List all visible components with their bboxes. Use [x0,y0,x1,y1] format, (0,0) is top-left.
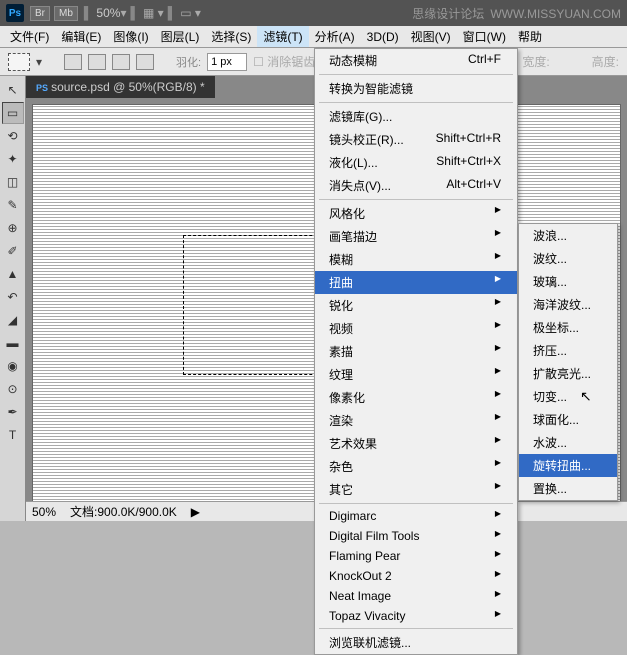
menu-item[interactable]: 画笔描边 [315,225,517,248]
menu-item[interactable]: 液化(L)...Shift+Ctrl+X [315,151,517,174]
submenu-item[interactable]: 球面化... [519,408,617,431]
menu-window[interactable]: 窗口(W) [457,26,512,47]
document-tab[interactable]: PS source.psd @ 50%(RGB/8) * [26,76,215,98]
submenu-item[interactable]: 置换... [519,477,617,500]
wand-tool-icon[interactable]: ✦ [2,148,24,170]
selection-mode-add[interactable] [88,54,106,70]
move-tool-icon[interactable]: ↖ [2,79,24,101]
history-brush-icon[interactable]: ↶ [2,286,24,308]
antialias-checkbox: ☐ 消除锯齿 [253,53,315,70]
menu-item[interactable]: Neat Image [315,586,517,606]
height-label: 高度: [592,53,619,70]
menu-image[interactable]: 图像(I) [107,26,154,47]
submenu-item[interactable]: 极坐标... [519,316,617,339]
dodge-tool-icon[interactable]: ⊙ [2,378,24,400]
feather-label: 羽化: [176,54,201,70]
view-icon[interactable]: ▦ ▾ [143,6,164,20]
screen-mode-icon[interactable]: ▭ ▾ [180,6,201,20]
forum-name: 思缘设计论坛 [412,7,484,21]
toolbox: ↖ ▭ ⟲ ✦ ◫ ✎ ⊕ ✐ ▲ ↶ ◢ ▬ ◉ ⊙ ✒ T [0,76,26,521]
minibridge-button[interactable]: Mb [54,6,78,21]
type-tool-icon[interactable]: T [2,424,24,446]
submenu-item[interactable]: 切变... [519,385,617,408]
menu-item[interactable]: 风格化 [315,202,517,225]
menu-help[interactable]: 帮助 [512,26,548,47]
menu-separator [319,102,513,103]
ps-logo-icon: Ps [6,4,24,22]
submenu-item[interactable]: 波浪... [519,224,617,247]
blur-tool-icon[interactable]: ◉ [2,355,24,377]
submenu-item[interactable]: 玻璃... [519,270,617,293]
crop-tool-icon[interactable]: ◫ [2,171,24,193]
titlebar: Ps Br Mb ▌ 50% ▾ ▌ ▦ ▾ ▌ ▭ ▾ 思缘设计论坛 WWW.… [0,0,627,26]
menu-3d[interactable]: 3D(D) [361,28,405,46]
menu-item[interactable]: Topaz Vivacity [315,606,517,626]
feather-input[interactable] [207,53,247,71]
menu-separator [319,199,513,200]
menu-item[interactable]: 转换为智能滤镜 [315,77,517,100]
menu-item[interactable]: 像素化 [315,386,517,409]
menu-file[interactable]: 文件(F) [4,26,55,47]
menu-item[interactable]: 消失点(V)...Alt+Ctrl+V [315,174,517,197]
marquee-tool-icon[interactable] [8,53,30,71]
eyedropper-tool-icon[interactable]: ✎ [2,194,24,216]
menu-item[interactable]: 滤镜库(G)... [315,105,517,128]
submenu-item[interactable]: 海洋波纹... [519,293,617,316]
menu-item[interactable]: 渲染 [315,409,517,432]
lasso-tool-icon[interactable]: ⟲ [2,125,24,147]
menu-item[interactable]: Flaming Pear [315,546,517,566]
menubar: 文件(F) 编辑(E) 图像(I) 图层(L) 选择(S) 滤镜(T) 分析(A… [0,26,627,48]
width-label: 宽度: [522,53,549,70]
gradient-tool-icon[interactable]: ▬ [2,332,24,354]
menu-view[interactable]: 视图(V) [405,26,457,47]
menu-item[interactable]: 视频 [315,317,517,340]
filter-menu-dropdown: 动态模糊Ctrl+F 转换为智能滤镜滤镜库(G)...镜头校正(R)...Shif… [314,48,518,655]
selection-mode-new[interactable] [64,54,82,70]
submenu-item[interactable]: 水波... [519,431,617,454]
selection-mode-intersect[interactable] [136,54,154,70]
menu-select[interactable]: 选择(S) [205,26,257,47]
menu-item[interactable]: 其它 [315,478,517,501]
pen-tool-icon[interactable]: ✒ [2,401,24,423]
distort-submenu: 波浪...波纹...玻璃...海洋波纹...极坐标...挤压...扩散亮光...… [518,223,618,501]
status-docinfo: 文档:900.0K/900.0K [70,503,177,520]
menu-analysis[interactable]: 分析(A) [309,26,361,47]
menu-item[interactable]: Digimarc [315,506,517,526]
forum-url: WWW.MISSYUAN.COM [490,7,621,21]
menu-separator [319,503,513,504]
menu-separator [319,628,513,629]
submenu-item[interactable]: 波纹... [519,247,617,270]
selection-mode-subtract[interactable] [112,54,130,70]
menu-item[interactable]: 模糊 [315,248,517,271]
menu-item[interactable]: 艺术效果 [315,432,517,455]
menu-filter[interactable]: 滤镜(T) [257,26,308,47]
menu-item[interactable]: 纹理 [315,363,517,386]
zoom-level[interactable]: 50% [96,6,120,20]
submenu-item[interactable]: 旋转扭曲... [519,454,617,477]
menu-edit[interactable]: 编辑(E) [55,26,107,47]
menu-item[interactable]: 浏览联机滤镜... [315,631,517,654]
menu-separator [319,74,513,75]
menu-item[interactable]: 锐化 [315,294,517,317]
brush-tool-icon[interactable]: ✐ [2,240,24,262]
menu-item[interactable]: 杂色 [315,455,517,478]
submenu-item[interactable]: 挤压... [519,339,617,362]
bridge-button[interactable]: Br [30,6,50,21]
menu-item[interactable]: 动态模糊Ctrl+F [315,49,517,72]
eraser-tool-icon[interactable]: ◢ [2,309,24,331]
stamp-tool-icon[interactable]: ▲ [2,263,24,285]
submenu-item[interactable]: 扩散亮光... [519,362,617,385]
menu-item[interactable]: KnockOut 2 [315,566,517,586]
menu-item[interactable]: Digital Film Tools [315,526,517,546]
menu-item[interactable]: 镜头校正(R)...Shift+Ctrl+R [315,128,517,151]
status-zoom[interactable]: 50% [32,505,56,519]
marquee-tool-icon[interactable]: ▭ [2,102,24,124]
menu-item[interactable]: 素描 [315,340,517,363]
menu-layer[interactable]: 图层(L) [155,26,206,47]
healing-tool-icon[interactable]: ⊕ [2,217,24,239]
menu-item[interactable]: 扭曲 [315,271,517,294]
